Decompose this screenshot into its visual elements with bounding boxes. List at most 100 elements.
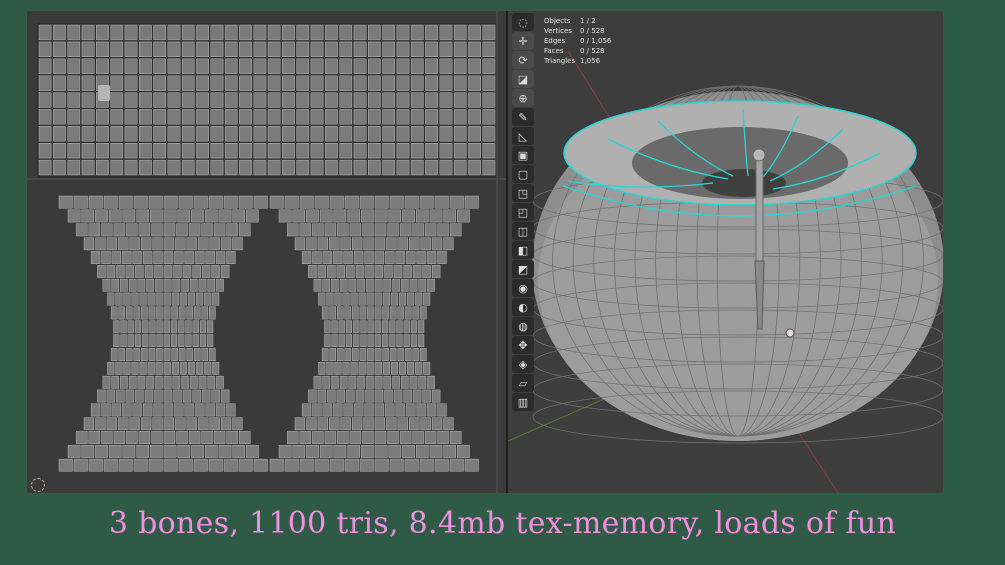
- annotate-icon[interactable]: ◺: [512, 127, 534, 145]
- uv-face: [296, 159, 310, 176]
- uv-face: [152, 237, 163, 251]
- uv-face: [437, 403, 447, 417]
- uv-face: [163, 265, 173, 278]
- uv-face: [402, 209, 415, 223]
- cursor-icon[interactable]: ✛: [512, 32, 534, 50]
- smooth-icon[interactable]: ◍: [512, 317, 534, 335]
- uv-face: [329, 348, 336, 361]
- uv-face: [374, 362, 382, 375]
- uv-face: [457, 445, 470, 458]
- uv-face: [226, 223, 238, 237]
- tool-shelf: ◌ ✛ ⟳ ◪ ⊕ ✎ ◺ ▣ ▢ ◳ ◰ ◫ ◧ ◩ ◉ ◐ ◍ ✥ ◈ ▱ ▥: [512, 11, 534, 411]
- uv-face: [385, 403, 395, 417]
- uv-face: [365, 389, 374, 403]
- extrude-icon[interactable]: ◳: [512, 184, 534, 202]
- uv-face: [412, 265, 422, 278]
- add-cube-icon[interactable]: ▢: [512, 165, 534, 183]
- uv-face: [389, 195, 404, 209]
- uv-face: [186, 306, 193, 320]
- uv-face: [220, 389, 230, 403]
- move-icon[interactable]: ⟳: [512, 51, 534, 69]
- uv-face: [296, 109, 310, 125]
- spin-icon[interactable]: ◐: [512, 298, 534, 316]
- uv-face: [53, 159, 66, 176]
- uv-face: [301, 251, 312, 264]
- uv-face: [396, 109, 410, 125]
- transform-icon[interactable]: ✎: [512, 108, 534, 126]
- uv-face: [384, 265, 393, 278]
- uv-face: [192, 389, 201, 403]
- uv-face: [133, 306, 141, 320]
- inset-icon[interactable]: ◰: [512, 203, 534, 221]
- uv-face: [340, 417, 351, 431]
- uv-face: [439, 58, 453, 74]
- uv-face: [81, 445, 95, 458]
- select-box-icon[interactable]: ◌: [512, 13, 534, 31]
- uv-face: [468, 24, 481, 41]
- measure-icon[interactable]: ▣: [512, 146, 534, 164]
- uv-face: [482, 75, 496, 91]
- uv-face: [96, 142, 109, 159]
- poly-build-icon[interactable]: ◉: [512, 279, 534, 297]
- uv-face: [339, 126, 353, 142]
- bevel-icon[interactable]: ◫: [512, 222, 534, 240]
- uv-face: [53, 41, 66, 57]
- uv-face: [201, 348, 209, 361]
- uv-face: [58, 195, 73, 209]
- uv-face: [267, 142, 281, 159]
- uv-face: [389, 334, 396, 347]
- uv-face: [339, 159, 353, 176]
- stat-vertices: Vertices 0 / 528: [544, 27, 605, 35]
- loop-cut-icon[interactable]: ◧: [512, 241, 534, 259]
- uv-face: [108, 445, 122, 458]
- uv-face: [399, 362, 406, 375]
- 3d-viewport[interactable]: Objects 1 / 2 Vertices 0 / 528 Edges 0 / 1,…: [508, 11, 943, 493]
- uv-face: [353, 334, 360, 347]
- uv-face: [144, 265, 154, 278]
- shrink-fatten-icon[interactable]: ◈: [512, 355, 534, 373]
- uv-face: [353, 109, 367, 125]
- uv-face: [192, 334, 199, 347]
- uv-face: [339, 92, 353, 108]
- uv-face: [96, 159, 109, 176]
- uv-face: [138, 109, 152, 125]
- viewport-canvas[interactable]: [508, 11, 943, 493]
- uv-face: [310, 109, 324, 125]
- uv-face: [389, 348, 397, 361]
- uv-face: [410, 92, 424, 108]
- uv-face: [425, 41, 438, 57]
- knife-icon[interactable]: ◩: [512, 260, 534, 278]
- uv-face: [397, 237, 408, 251]
- uv-face: [353, 75, 367, 91]
- uv-face: [209, 237, 220, 251]
- uv-face: [449, 195, 464, 209]
- uv-face: [443, 209, 456, 223]
- edge-slide-icon[interactable]: ✥: [512, 336, 534, 354]
- 2d-cursor-icon[interactable]: [31, 478, 45, 492]
- uv-face: [155, 278, 163, 292]
- uv-face: [167, 58, 181, 74]
- uv-face: [73, 458, 88, 472]
- uv-layout-canvas[interactable]: [27, 11, 506, 493]
- uv-face: [196, 41, 209, 57]
- rip-region-icon[interactable]: ▥: [512, 393, 534, 411]
- shear-icon[interactable]: ▱: [512, 374, 534, 392]
- uv-face: [453, 109, 467, 125]
- uv-face: [136, 445, 149, 458]
- uv-editor[interactable]: [27, 11, 506, 493]
- uv-face: [118, 195, 133, 209]
- scale-icon[interactable]: ⊕: [512, 89, 534, 107]
- uv-face: [374, 431, 387, 444]
- uv-face: [382, 306, 389, 320]
- rotate-icon[interactable]: ◪: [512, 70, 534, 88]
- uv-face: [154, 265, 163, 278]
- uv-face: [224, 92, 238, 108]
- uv-face: [313, 278, 322, 292]
- uv-face: [449, 458, 464, 472]
- uv-face: [38, 41, 52, 57]
- uv-face: [153, 403, 163, 417]
- uv-face: [156, 348, 163, 361]
- stat-edges: Edges 0 / 1,056: [544, 37, 612, 45]
- uv-face: [205, 209, 218, 223]
- uv-face: [194, 306, 201, 320]
